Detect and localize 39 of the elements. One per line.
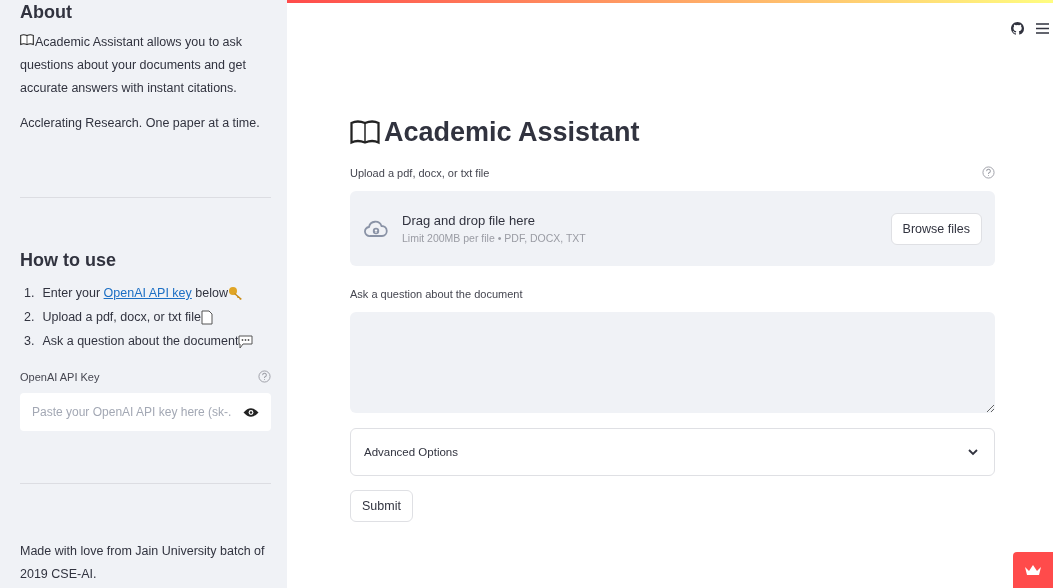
section-heading: About xyxy=(20,2,73,23)
cloud-upload-icon xyxy=(364,218,388,239)
eye-icon[interactable] xyxy=(243,406,259,418)
menu-icon[interactable] xyxy=(1036,23,1049,34)
book-icon xyxy=(20,34,34,47)
question-field[interactable] xyxy=(350,312,995,413)
step-number: 2. xyxy=(24,309,35,327)
api-key-input[interactable]: Paste your OpenAI API key here (sk-. xyxy=(32,405,243,420)
limit-text: Limit 200MB per file • PDF, DOCX, TXT xyxy=(402,232,587,244)
step-text: Ask a question about the document xyxy=(42,333,239,351)
field-label: Ask a question about the document xyxy=(350,288,523,300)
api-key-field[interactable]: Paste your OpenAI API key here (sk-. xyxy=(20,393,271,432)
document-icon xyxy=(200,310,213,326)
crown-icon xyxy=(1024,564,1042,576)
api-key-link[interactable]: OpenAI API key xyxy=(103,286,192,301)
help-icon[interactable] xyxy=(258,370,271,384)
field-label: OpenAI API Key xyxy=(20,370,100,383)
section-heading: How to use xyxy=(20,250,117,272)
key-icon xyxy=(227,286,244,302)
github-icon[interactable] xyxy=(1011,22,1024,35)
drop-text: Drag and drop file here xyxy=(402,213,536,228)
book-icon xyxy=(350,119,380,146)
tagline-text: Acclerating Research. One paper at a time. xyxy=(20,115,261,133)
advanced-options-expander[interactable]: Advanced Options xyxy=(350,428,995,476)
chevron-down-icon xyxy=(968,448,978,456)
browse-files-button[interactable]: Browse files xyxy=(890,212,982,245)
step-number: 3. xyxy=(24,333,35,351)
help-icon[interactable] xyxy=(982,166,995,179)
step-number: 1. xyxy=(24,285,35,303)
submit-button[interactable]: Submit xyxy=(350,490,413,522)
speech-bubble-icon xyxy=(238,334,254,349)
field-label: Upload a pdf, docx, or txt file xyxy=(350,166,490,179)
expander-label: Advanced Options xyxy=(364,446,458,458)
step-text: Upload a pdf, docx, or txt file xyxy=(42,309,201,327)
file-dropzone[interactable]: Drag and drop file here Limit 200MB per file • PDF, DOCX, TXT Browse files xyxy=(350,191,995,266)
step-text: Enter your OpenAI API key below xyxy=(42,285,228,303)
page-title: Academic Assistant xyxy=(384,117,640,148)
about-text: Academic Assistant allows you to ask questions about your documents and get accurate answers with instant citations. xyxy=(20,33,247,98)
footer-text: Made with love from Jain University batch of 2019 CSE-AI. xyxy=(20,543,266,584)
